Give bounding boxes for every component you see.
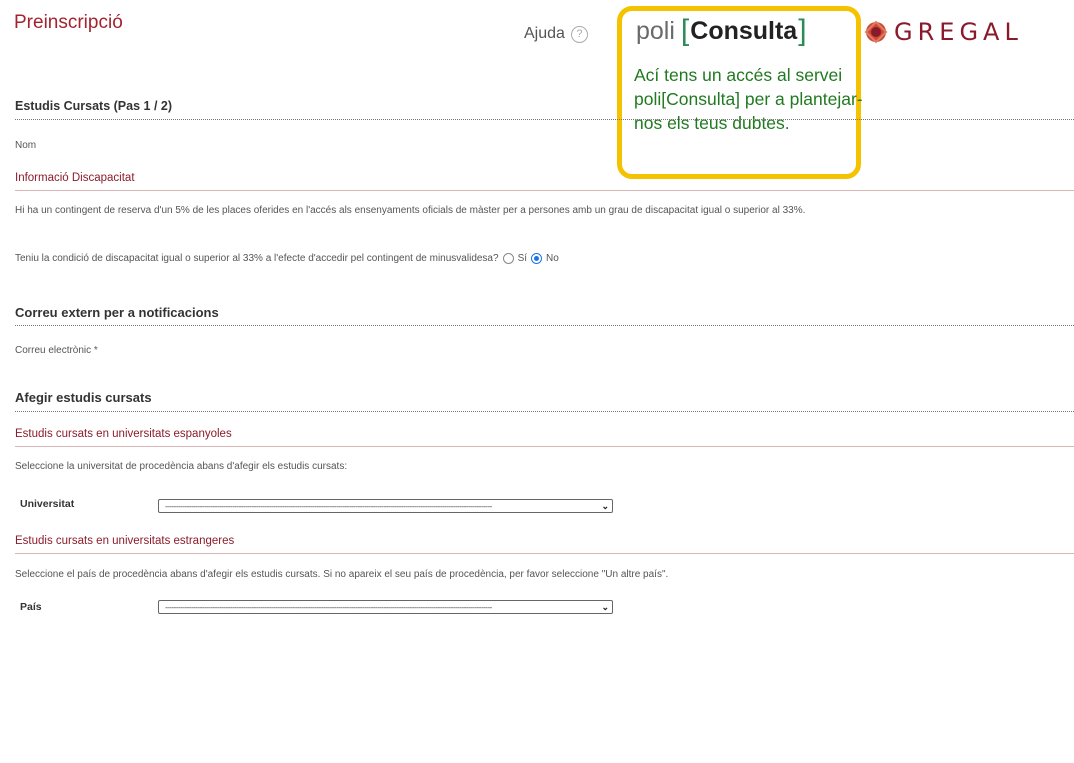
university-select[interactable]: ----------------------------------------… (158, 499, 613, 513)
country-select-value: ----------------------------------------… (165, 602, 492, 612)
chevron-down-icon: ⌄ (601, 500, 609, 511)
gregal-logo: GREGAL (864, 18, 1023, 46)
disability-info: Hi ha un contingent de reserva d'un 5% d… (15, 205, 806, 216)
university-label: Universitat (20, 498, 75, 510)
question-circle-icon: ? (570, 25, 588, 43)
divider (15, 446, 1074, 447)
divider (15, 553, 1074, 554)
gregal-logo-icon (864, 20, 888, 44)
radio-no[interactable] (531, 253, 543, 264)
spanish-instructions: Seleccione la universitat de procedència… (15, 461, 348, 472)
foreign-studies-heading: Estudis cursats en universitats estrange… (15, 535, 235, 547)
disability-heading: Informació Discapacitat (15, 172, 135, 184)
spanish-studies-heading: Estudis cursats en universitats espanyol… (15, 428, 232, 440)
divider (15, 411, 1074, 412)
radio-yes[interactable] (502, 253, 514, 264)
help-label: Ajuda (524, 25, 565, 42)
foreign-instructions: Seleccione el país de procedència abans … (15, 569, 669, 580)
radio-yes-label: Sí (517, 253, 528, 264)
disability-question: Teniu la condició de discapacitat igual … (15, 253, 499, 264)
divider (15, 119, 1074, 120)
country-select[interactable]: ----------------------------------------… (158, 600, 613, 614)
divider (15, 190, 1074, 191)
notifications-heading: Correu extern per a notificacions (15, 305, 219, 320)
gregal-logo-text: GREGAL (894, 18, 1023, 46)
radio-no-label: No (546, 253, 559, 264)
name-label: Nom (15, 140, 37, 151)
disability-question-row: Teniu la condició de discapacitat igual … (15, 253, 559, 264)
email-label: Correu electrònic * (15, 345, 98, 356)
step-title: Estudis Cursats (Pas 1 / 2) (15, 99, 173, 113)
help-link[interactable]: Ajuda ? (524, 25, 588, 43)
page-title: Preinscripció (14, 12, 123, 33)
studies-heading: Afegir estudis cursats (15, 390, 152, 405)
chevron-down-icon: ⌄ (601, 601, 609, 612)
university-select-value: ----------------------------------------… (165, 501, 492, 511)
divider (15, 325, 1074, 326)
country-label: País (20, 601, 42, 613)
callout-text: Ací tens un accés al servei poli[Consult… (634, 65, 863, 133)
